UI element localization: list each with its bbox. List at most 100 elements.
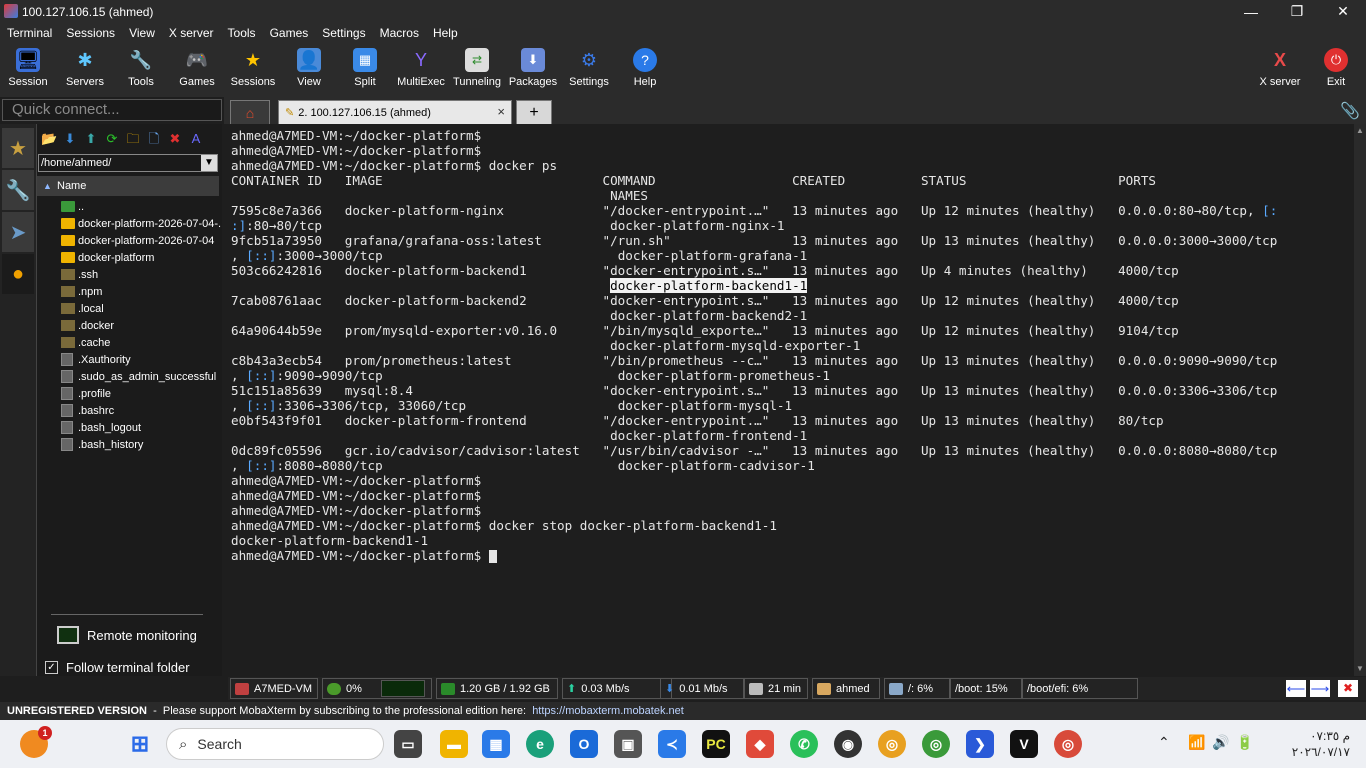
upload-icon[interactable]: ⬆ [83,131,99,147]
terminal-scrollbar[interactable]: ▲ ▼ [1354,124,1366,676]
file-explorer-icon[interactable]: ▬ [440,730,468,758]
whatsapp-icon[interactable]: ✆ [790,730,818,758]
multiexec-button[interactable]: Y MultiExec [393,46,449,94]
chrome-profile2-icon[interactable]: ◎ [1054,730,1082,758]
file-list-item[interactable]: docker-platform [61,249,221,266]
paperclip-icon[interactable]: 📎 [1340,101,1360,121]
name-column-header[interactable]: ▲ Name [37,176,219,196]
file-list-item[interactable]: .npm [61,283,221,300]
file-list-item[interactable]: .bash_logout [61,419,221,436]
menu-view[interactable]: View [122,26,162,40]
windows-start-icon[interactable]: ⊞ [126,730,154,758]
pycharm-icon[interactable]: PC [702,730,730,758]
prev-tab-arrow-icon[interactable]: ⟵ [1286,680,1306,697]
file-list-item[interactable]: .local [61,300,221,317]
edge-icon[interactable]: e [526,730,554,758]
subscribe-link[interactable]: https://mobaxterm.mobatek.net [532,705,684,717]
sessions-sidebar-star-icon[interactable]: ★ [2,128,34,168]
maximize-button[interactable]: ❐ [1274,0,1320,23]
file-icon [61,353,73,366]
powershell-icon[interactable]: ❯ [966,730,994,758]
file-list-item[interactable]: .bash_history [61,436,221,453]
taskbar-search[interactable]: ⌕ Search [166,728,384,760]
volume-icon[interactable]: 🔊 [1212,734,1229,751]
close-tab-icon[interactable]: ✖ [1338,680,1358,697]
file-list-item[interactable]: docker-platform-2026-07-04 [61,232,221,249]
macros-sidebar-icon[interactable]: ➤ [2,212,34,252]
remote-monitoring-button[interactable]: Remote monitoring [57,626,197,644]
settings-button[interactable]: ⚙ Settings [561,46,617,94]
tools-button[interactable]: 🔧 Tools [113,46,169,94]
sftp-sidebar-icon[interactable]: ● [2,254,34,294]
tray-chevron-up-icon[interactable]: ⌃ [1158,734,1170,751]
minimize-button[interactable]: — [1228,0,1274,23]
help-button[interactable]: ? Help [617,46,673,94]
file-list-item[interactable]: .bashrc [61,402,221,419]
split-button[interactable]: ▦ Split [337,46,393,94]
rename-icon[interactable]: A [188,131,204,147]
file-name: .bash_logout [78,421,141,434]
file-list-item[interactable]: .. [61,198,221,215]
next-tab-arrow-icon[interactable]: ⟶ [1310,680,1330,697]
chrome-icon[interactable]: ◎ [878,730,906,758]
path-select[interactable]: /home/ahmed/ ▼ [38,154,218,172]
new-file-icon[interactable]: 🗋 [146,131,162,147]
terminal[interactable]: ahmed@A7MED-VM:~/docker-platform$ ahmed@A… [224,124,1354,676]
file-list-item[interactable]: .Xauthority [61,351,221,368]
quick-connect-input[interactable]: Quick connect... [2,99,222,121]
wifi-icon[interactable]: 📶 [1188,734,1205,751]
folder-up-icon[interactable]: 📂 [41,131,57,147]
battery-icon[interactable]: 🔋 [1236,734,1253,751]
sessions-button[interactable]: ★ Sessions [225,46,281,94]
tab-close-icon[interactable]: × [497,104,505,119]
new-tab-button[interactable]: + [516,100,552,124]
download-icon[interactable]: ⬇ [62,131,78,147]
vscode-icon[interactable]: ≺ [658,730,686,758]
view-button[interactable]: 👤 View [281,46,337,94]
file-list-item[interactable]: .sudo_as_admin_successful [61,368,221,385]
menu-settings[interactable]: Settings [315,26,372,40]
session-button[interactable]: 🖥 Session [0,46,56,94]
outlook-icon[interactable]: O [570,730,598,758]
menu-terminal[interactable]: Terminal [0,26,59,40]
servers-button[interactable]: ✱ Servers [57,46,113,94]
refresh-icon[interactable]: ⟳ [104,131,120,147]
xserver-button[interactable]: X X server [1252,46,1308,94]
menu-games[interactable]: Games [263,26,316,40]
menu-xserver[interactable]: X server [162,26,221,40]
menu-tools[interactable]: Tools [221,26,263,40]
scroll-up-icon[interactable]: ▲ [1356,126,1364,135]
chevron-down-icon[interactable]: ▼ [201,155,217,171]
tunneling-button[interactable]: ⇄ Tunneling [449,46,505,94]
mobaxterm-taskbar-icon[interactable]: ▣ [614,730,642,758]
close-button[interactable]: ✕ [1320,0,1366,23]
file-list-item[interactable]: docker-platform-2026-07-04-... [61,215,221,232]
file-list-item[interactable]: .profile [61,385,221,402]
tools-sidebar-icon[interactable]: 🔧 [2,170,34,210]
exit-button[interactable]: ⏻ Exit [1308,46,1364,94]
menu-sessions[interactable]: Sessions [59,26,122,40]
scroll-down-icon[interactable]: ▼ [1356,664,1364,673]
taskbar-clock[interactable]: م ٠٧:٣٥ ٢٠٢٦/٠٧/١٧ [1292,728,1350,760]
task-view-icon[interactable]: ▭ [394,730,422,758]
checkbox[interactable]: ✓ [45,661,58,674]
menu-macros[interactable]: Macros [373,26,426,40]
delete-icon[interactable]: ✖ [167,131,183,147]
file-list-item[interactable]: .cache [61,334,221,351]
host-icon [235,682,249,695]
tab-home[interactable]: ⌂ [230,100,270,124]
tab-ssh-session[interactable]: ✎ 2. 100.127.106.15 (ahmed) × [278,100,512,124]
file-list-item[interactable]: .docker [61,317,221,334]
packages-button[interactable]: ⬇ Packages [505,46,561,94]
chrome-profile-icon[interactable]: ◎ [922,730,950,758]
obs-icon[interactable]: ◉ [834,730,862,758]
file-list-item[interactable]: .ssh [61,266,221,283]
menu-help[interactable]: Help [426,26,465,40]
git-icon[interactable]: ◆ [746,730,774,758]
vivaldi-icon[interactable]: V [1010,730,1038,758]
notification-app-icon[interactable]: 1 [20,726,52,758]
games-button[interactable]: 🎮 Games [169,46,225,94]
follow-terminal-folder-checkbox[interactable]: ✓ Follow terminal folder [45,660,190,675]
new-folder-icon[interactable]: 🗀 [125,131,141,147]
store-icon[interactable]: ▦ [482,730,510,758]
